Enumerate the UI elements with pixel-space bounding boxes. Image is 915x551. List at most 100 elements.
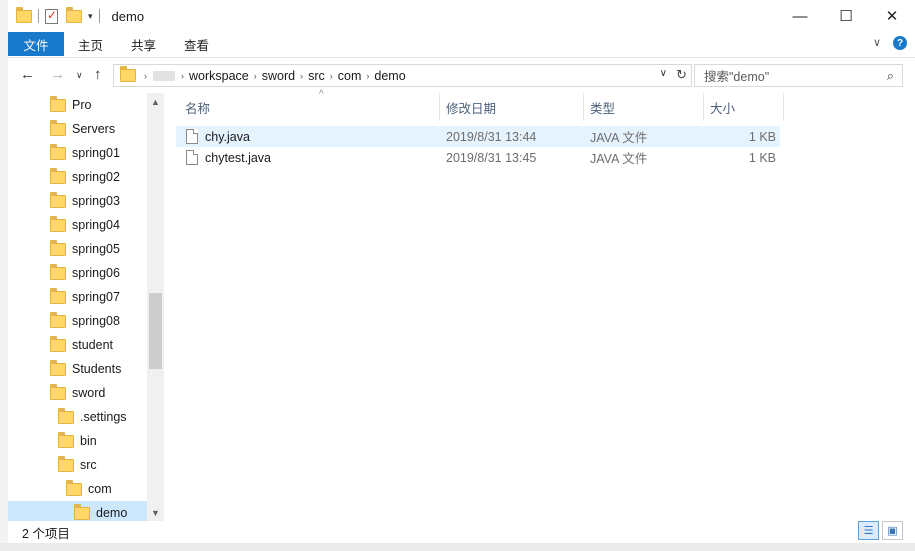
item-count: 2 个项目: [22, 526, 70, 541]
sidebar-item-label: spring08: [72, 314, 120, 328]
sidebar-item-label: src: [80, 458, 97, 472]
address-dropdown-icon[interactable]: ∨: [660, 68, 667, 79]
ribbon-tabs: 文件 主页 共享 查看 ∨ ?: [8, 32, 915, 56]
folder-icon: [74, 503, 90, 520]
sidebar-item-spring02[interactable]: spring02: [8, 165, 147, 189]
tab-share[interactable]: 共享: [117, 32, 170, 56]
window-title: demo: [111, 8, 145, 24]
breadcrumb-src[interactable]: src: [303, 69, 330, 83]
scrollbar-thumb[interactable]: [149, 293, 162, 369]
sidebar-item-label: sword: [72, 386, 106, 400]
breadcrumb-demo[interactable]: demo: [369, 69, 410, 83]
quick-access-toolbar: ▾: [8, 0, 106, 32]
sidebar-item-sword[interactable]: sword: [8, 381, 147, 405]
details-view-icon[interactable]: ☰: [858, 521, 879, 540]
sidebar-item-label: spring04: [72, 218, 120, 232]
breadcrumb-com[interactable]: com: [333, 69, 367, 83]
column-header-label: 大小: [710, 101, 736, 116]
sidebar-item-spring07[interactable]: spring07: [8, 285, 147, 309]
table-row[interactable]: chytest.java 2019/8/31 13:45 JAVA 文件 1 K…: [176, 147, 780, 168]
sidebar-item-label: .settings: [80, 410, 127, 424]
folder-icon: [50, 119, 66, 136]
sidebar-item-servers[interactable]: Servers: [8, 117, 147, 141]
sidebar-item-spring03[interactable]: spring03: [8, 189, 147, 213]
forward-icon[interactable]: →: [50, 66, 65, 83]
file-name: chy.java: [205, 129, 250, 144]
folder-icon: [16, 6, 32, 23]
folder-icon: [50, 191, 66, 208]
refresh-icon[interactable]: ↻: [676, 67, 687, 83]
breadcrumb-sword[interactable]: sword: [257, 69, 300, 83]
status-bar: 2 个项目 ☰ ▣: [8, 521, 915, 543]
minimize-button[interactable]: —: [777, 0, 823, 32]
background-window-edge: [0, 0, 8, 543]
chevron-down-icon[interactable]: ∨: [873, 36, 881, 50]
column-header-modified[interactable]: 修改日期: [440, 93, 584, 121]
folder-icon: [50, 311, 66, 328]
scroll-up-icon[interactable]: ▲: [147, 93, 164, 110]
properties-icon[interactable]: [45, 8, 58, 24]
column-header-size[interactable]: 大小: [704, 93, 784, 121]
folder-icon: [50, 143, 66, 160]
sidebar-item-label: spring05: [72, 242, 120, 256]
close-button[interactable]: ✕: [869, 0, 915, 32]
large-icons-view-icon[interactable]: ▣: [882, 521, 903, 540]
view-toggle: ☰ ▣: [858, 521, 903, 540]
folder-icon: [50, 263, 66, 280]
back-icon[interactable]: ←: [20, 66, 35, 83]
search-icon[interactable]: ⌕: [887, 68, 894, 84]
folder-icon: [50, 239, 66, 256]
search-input[interactable]: 搜索"demo" ⌕: [694, 64, 903, 87]
sidebar-item-label: spring03: [72, 194, 120, 208]
scroll-down-icon[interactable]: ▼: [147, 504, 164, 521]
sidebar-scrollbar[interactable]: ▲ ▼: [147, 93, 164, 521]
file-list: 名称 ^ 修改日期 类型 大小 chy.java 2019/8/31 13:44…: [164, 89, 915, 521]
sidebar-item-settings[interactable]: .settings: [8, 405, 147, 429]
toolbar-separator: [38, 9, 39, 23]
title-bar: ▾ demo — ☐ ✕: [8, 0, 915, 32]
column-header-type[interactable]: 类型: [584, 93, 704, 121]
redacted-path-segment: [153, 70, 175, 81]
navigation-bar: ← → ∨ ↑ › › workspace › sword › src › co…: [8, 57, 915, 93]
folder-icon: [58, 431, 74, 448]
up-icon[interactable]: ↑: [94, 66, 102, 83]
help-icon[interactable]: ?: [893, 36, 907, 50]
file-type: JAVA 文件: [590, 131, 648, 145]
sidebar-item-student[interactable]: student: [8, 333, 147, 357]
sidebar-item-label: spring01: [72, 146, 120, 160]
address-bar[interactable]: › › workspace › sword › src › com › demo…: [113, 64, 692, 87]
recent-locations-icon[interactable]: ∨: [76, 70, 83, 81]
sidebar-item-spring08[interactable]: spring08: [8, 309, 147, 333]
customize-toolbar-icon[interactable]: ▾: [88, 11, 93, 22]
breadcrumb-workspace[interactable]: workspace: [184, 69, 254, 83]
file-modified: 2019/8/31 13:45: [446, 150, 537, 165]
column-header-label: 修改日期: [446, 101, 497, 116]
sidebar-item-spring01[interactable]: spring01: [8, 141, 147, 165]
file-type: JAVA 文件: [590, 152, 648, 166]
sidebar-item-bin[interactable]: bin: [8, 429, 147, 453]
sidebar-item-src[interactable]: src: [8, 453, 147, 477]
folder-icon: [50, 167, 66, 184]
column-header-name[interactable]: 名称 ^: [179, 89, 440, 121]
sidebar-item-spring05[interactable]: spring05: [8, 237, 147, 261]
tab-file[interactable]: 文件: [8, 32, 64, 56]
sidebar-item-demo[interactable]: demo: [8, 501, 147, 521]
sidebar-item-students[interactable]: Students: [8, 357, 147, 381]
sidebar-item-spring06[interactable]: spring06: [8, 261, 147, 285]
sidebar-item-label: com: [88, 482, 112, 496]
sidebar-item-com[interactable]: com: [8, 477, 147, 501]
sidebar-item-pro[interactable]: Pro: [8, 93, 147, 117]
tab-home[interactable]: 主页: [64, 32, 117, 56]
file-name: chytest.java: [205, 150, 272, 165]
folder-icon: [50, 287, 66, 304]
chevron-right-icon[interactable]: ›: [144, 71, 147, 81]
sidebar-item-label: spring06: [72, 266, 120, 280]
folder-icon: [50, 95, 66, 112]
table-row[interactable]: chy.java 2019/8/31 13:44 JAVA 文件 1 KB: [176, 126, 780, 147]
file-modified: 2019/8/31 13:44: [446, 129, 537, 144]
tab-view[interactable]: 查看: [170, 32, 223, 56]
sidebar-item-spring04[interactable]: spring04: [8, 213, 147, 237]
folder-icon: [50, 335, 66, 352]
maximize-button[interactable]: ☐: [823, 0, 869, 32]
new-folder-icon[interactable]: [66, 6, 82, 23]
